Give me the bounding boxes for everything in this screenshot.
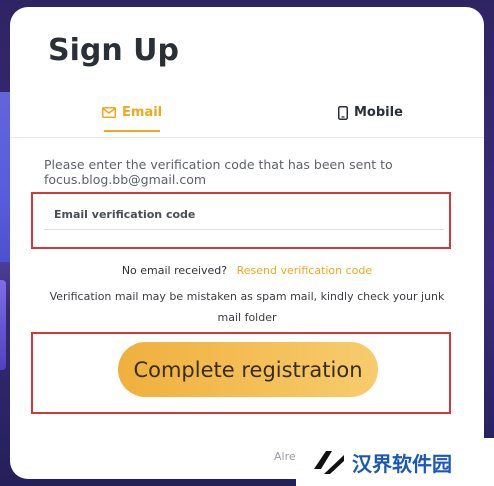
no-email-row: No email received? Resend verification c… (10, 264, 484, 277)
email-verification-code-input[interactable] (44, 200, 444, 230)
background-decoration (0, 280, 6, 370)
tab-email-label: Email (122, 105, 163, 120)
tab-email[interactable]: Email (102, 105, 162, 120)
no-email-text: No email received? (121, 264, 228, 277)
spam-note: Verification mail may be mistaken as spa… (49, 290, 445, 324)
signup-modal: Sign Up Email Mobile Please enter the ve… (10, 7, 484, 479)
tab-mobile[interactable]: Mobile (338, 105, 403, 120)
watermark-text: 汉界软件园 (352, 451, 452, 476)
complete-registration-button[interactable]: Complete registration (118, 342, 378, 397)
already-account-text: Alre (274, 450, 296, 463)
instruction-text: Please enter the verification code that … (44, 157, 393, 187)
watermark: 汉界软件园 (296, 438, 494, 486)
watermark-logo-icon (314, 451, 344, 474)
tab-mobile-label: Mobile (354, 105, 403, 120)
active-tab-indicator (104, 130, 160, 132)
page-title: Sign Up (48, 33, 180, 68)
resend-code-link[interactable]: Resend verification code (237, 264, 373, 277)
mail-icon (102, 107, 116, 118)
phone-icon (338, 105, 348, 120)
tab-bar: Email Mobile (10, 101, 484, 138)
